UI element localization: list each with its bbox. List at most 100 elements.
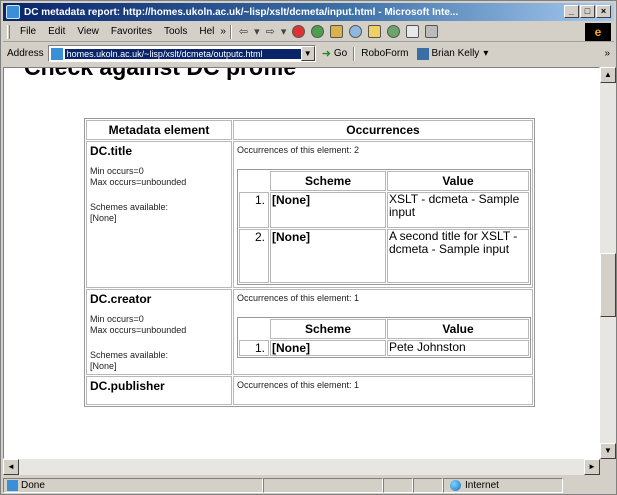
min-occurs: Min occurs=0 — [90, 166, 144, 176]
schemes-value: [None] — [90, 213, 117, 223]
scroll-thumb[interactable] — [600, 253, 616, 317]
close-button[interactable]: × — [596, 5, 611, 18]
table-row: 1. [None] Pete Johnston — [239, 340, 529, 356]
occurrence-count: Occurrences of this element: 2 — [237, 145, 360, 155]
row-number: 1. — [239, 192, 269, 228]
column-header-metadata-element: Metadata element — [86, 120, 232, 140]
menu-favorites[interactable]: Favorites — [105, 26, 158, 37]
max-occurs: Max occurs=unbounded — [90, 325, 187, 335]
chevron-down-icon[interactable]: ▾ — [278, 25, 290, 38]
menu-edit[interactable]: Edit — [42, 26, 71, 37]
element-name: DC.creator — [90, 292, 152, 306]
security-zone[interactable]: Internet — [443, 478, 563, 493]
favorites-icon[interactable] — [368, 25, 382, 38]
horizontal-scrollbar[interactable]: ◄ ► — [3, 459, 600, 475]
column-header-value: Value — [387, 171, 529, 191]
toolbar-separator — [229, 24, 232, 39]
menu-help[interactable]: Hel — [193, 26, 220, 37]
max-occurs: Max occurs=unbounded — [90, 177, 187, 187]
scheme-cell: [None] — [270, 192, 386, 228]
ie-brand-logo: e — [585, 23, 611, 41]
status-pane-empty — [263, 478, 383, 493]
window-title: DC metadata report: http://homes.ukoln.a… — [24, 6, 459, 18]
scheme-cell: [None] — [270, 340, 386, 356]
status-text: Done — [21, 480, 45, 491]
address-chevron[interactable]: » — [604, 48, 610, 59]
address-field[interactable]: homes.ukoln.ac.uk/~lisp/xslt/dcmeta/outp… — [47, 45, 316, 62]
menu-bar: File Edit View Favorites Tools Hel » ⇦ ▾… — [3, 22, 614, 42]
menu-view[interactable]: View — [71, 26, 105, 37]
schemes-value: [None] — [90, 361, 117, 371]
value-cell: XSLT - dcmeta - Sample input — [387, 192, 529, 228]
scroll-down-button[interactable]: ▼ — [600, 443, 616, 459]
status-pane: Done — [3, 478, 263, 493]
search-icon[interactable] — [349, 25, 363, 38]
column-header-scheme: Scheme — [270, 319, 386, 339]
back-icon[interactable]: ⇦ — [236, 25, 251, 38]
menu-file[interactable]: File — [14, 26, 42, 37]
page-heading: Check against DC profile — [24, 67, 297, 80]
address-bar: Address homes.ukoln.ac.uk/~lisp/xslt/dcm… — [3, 43, 614, 64]
toolbar-grip[interactable] — [7, 24, 10, 39]
chevron-down-icon[interactable]: ▾ — [251, 25, 263, 38]
element-name: DC.publisher — [90, 379, 165, 393]
column-header-value: Value — [387, 319, 529, 339]
menu-tools[interactable]: Tools — [158, 26, 193, 37]
column-header-occurrences: Occurrences — [233, 120, 533, 140]
zone-label: Internet — [465, 480, 499, 491]
page-icon — [50, 47, 63, 60]
user-icon — [416, 47, 429, 60]
ie-page-icon — [6, 5, 20, 19]
scroll-up-button[interactable]: ▲ — [600, 67, 616, 83]
go-button[interactable]: ➜ Go — [322, 47, 348, 60]
browser-window: DC metadata report: http://homes.ukoln.a… — [0, 0, 617, 495]
min-occurs: Min occurs=0 — [90, 314, 144, 324]
roboform-button[interactable]: RoboForm — [361, 48, 408, 59]
mail-icon[interactable] — [406, 25, 420, 38]
user-menu[interactable]: Brian Kelly — [432, 48, 480, 59]
menu-chevron[interactable]: » — [220, 26, 226, 37]
status-bar: Done Internet — [3, 477, 614, 494]
history-icon[interactable] — [387, 25, 401, 38]
element-name: DC.title — [90, 144, 132, 158]
occurrence-count: Occurrences of this element: 1 — [237, 293, 360, 303]
scroll-left-button[interactable]: ◄ — [3, 459, 19, 475]
title-bar: DC metadata report: http://homes.ukoln.a… — [3, 3, 614, 21]
home-icon[interactable] — [330, 25, 344, 38]
print-icon[interactable] — [425, 25, 439, 38]
status-pane-empty — [413, 478, 443, 493]
minimize-button[interactable]: _ — [564, 5, 579, 18]
schemes-label: Schemes available: — [90, 202, 169, 212]
address-url[interactable]: homes.ukoln.ac.uk/~lisp/xslt/dcmeta/outp… — [64, 48, 301, 59]
metadata-table: Metadata element Occurrences DC.title Mi… — [84, 118, 535, 407]
chevron-down-icon[interactable]: ▾ — [483, 48, 488, 59]
column-header-scheme: Scheme — [270, 171, 386, 191]
occurrence-count: Occurrences of this element: 1 — [237, 380, 360, 390]
status-pane-empty — [383, 478, 413, 493]
row-number: 1. — [239, 340, 269, 356]
scroll-right-button[interactable]: ► — [584, 459, 600, 475]
go-label: Go — [333, 48, 348, 59]
table-row: DC.publisher Occurrences of this element… — [86, 376, 533, 405]
address-label: Address — [7, 48, 44, 59]
page-content: Check against DC profile Metadata elemen… — [3, 67, 600, 459]
go-arrow-icon: ➜ — [321, 48, 331, 60]
row-number: 2. — [239, 229, 269, 283]
forward-icon[interactable]: ⇨ — [263, 25, 278, 38]
scheme-cell: [None] — [270, 229, 386, 283]
vertical-scrollbar[interactable]: ▲ ▼ — [600, 67, 616, 459]
stop-icon[interactable] — [292, 25, 306, 38]
table-row: 1. [None] XSLT - dcmeta - Sample input — [239, 192, 529, 228]
address-separator — [353, 46, 356, 61]
value-cell: A second title for XSLT - dcmeta - Sampl… — [387, 229, 529, 283]
occurrence-table: Scheme Value 1. [None] Pete Johnston — [237, 317, 531, 358]
address-dropdown-button[interactable]: ▼ — [300, 46, 315, 61]
refresh-icon[interactable] — [311, 25, 325, 38]
maximize-button[interactable]: □ — [580, 5, 595, 18]
table-row: DC.creator Min occurs=0 Max occurs=unbou… — [86, 289, 533, 375]
value-cell: Pete Johnston — [387, 340, 529, 356]
globe-icon — [450, 480, 461, 491]
occurrence-table: Scheme Value 1. [None] XSLT - dcmeta - S… — [237, 169, 531, 285]
ie-page-icon — [7, 480, 18, 491]
table-row: DC.title Min occurs=0 Max occurs=unbound… — [86, 141, 533, 288]
